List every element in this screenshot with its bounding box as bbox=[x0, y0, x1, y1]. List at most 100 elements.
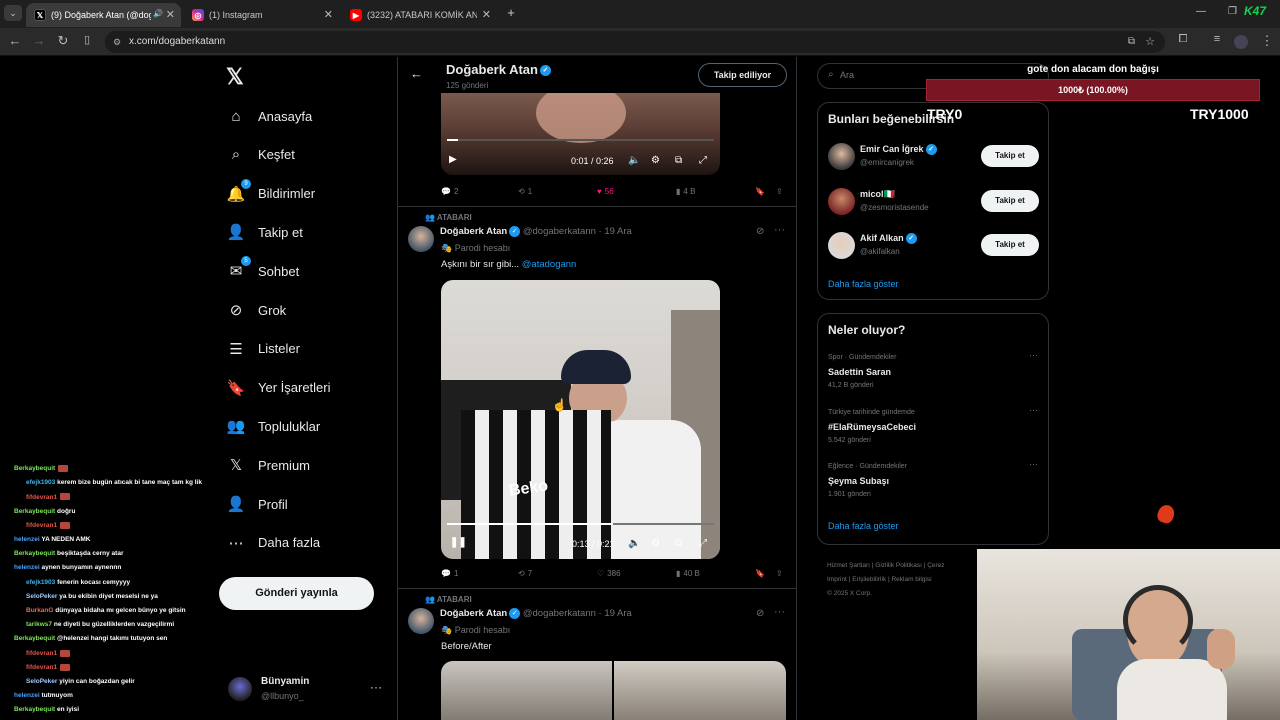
profile-avatar[interactable] bbox=[1234, 35, 1248, 49]
footer-link[interactable]: Çerez bbox=[927, 562, 944, 569]
footer-link[interactable]: Imprint bbox=[827, 576, 847, 583]
avatar[interactable] bbox=[828, 143, 855, 170]
chat-username[interactable]: helenzei bbox=[14, 564, 40, 571]
like-action[interactable]: ♥ 56 bbox=[597, 187, 614, 196]
sidebar-item-listeler[interactable]: ☰ Listeler bbox=[226, 334, 300, 364]
chat-username[interactable]: efejk1903 bbox=[26, 479, 55, 486]
x-logo-icon[interactable]: 𝕏 bbox=[226, 64, 244, 90]
avatar[interactable] bbox=[408, 608, 434, 634]
new-tab-button[interactable]: + bbox=[503, 5, 519, 21]
chat-username[interactable]: BurkanG bbox=[26, 607, 53, 614]
sidebar-item-anasayfa[interactable]: ⌂ Anasayfa bbox=[226, 101, 312, 131]
settings-icon[interactable]: ⚙ bbox=[651, 538, 660, 549]
media-control-icon[interactable]: ≡ bbox=[1208, 33, 1226, 45]
share-icon[interactable]: ⇪ bbox=[776, 187, 783, 196]
chat-username[interactable]: Berkaybequit bbox=[14, 508, 55, 515]
chat-username[interactable]: helenzei bbox=[14, 692, 40, 699]
chat-username[interactable]: fifdevran1 bbox=[26, 664, 57, 671]
grok-icon[interactable]: ⊘ bbox=[756, 608, 764, 619]
reply-action[interactable]: 💬 2 bbox=[441, 187, 458, 196]
chat-username[interactable]: SeloPeker bbox=[26, 593, 57, 600]
sidebar-item-profil[interactable]: 👤 Profil bbox=[226, 489, 288, 519]
tweet-image-before[interactable] bbox=[441, 661, 612, 720]
install-app-icon[interactable]: ⧉ bbox=[1128, 31, 1135, 53]
sidebar-item-bildirimler[interactable]: 🔔 9 Bildirimler bbox=[226, 178, 315, 209]
sidebar-item-sohbet[interactable]: ✉ 5 Sohbet bbox=[226, 256, 299, 286]
footer-link[interactable]: Hizmet Şartları bbox=[827, 562, 870, 569]
pip-icon[interactable]: ⧉ bbox=[675, 538, 682, 549]
post-button[interactable]: Gönderi yayınla bbox=[219, 577, 374, 610]
footer-link[interactable]: Gizlilik Politikası bbox=[875, 562, 922, 569]
chat-username[interactable]: fifdevran1 bbox=[26, 650, 57, 657]
more-options-icon[interactable]: ··· bbox=[774, 224, 785, 236]
avatar[interactable] bbox=[828, 232, 855, 259]
sidebar-item-grok[interactable]: ⊘ Grok bbox=[226, 295, 286, 325]
split-view-icon[interactable]: ▯ bbox=[78, 33, 96, 46]
show-more-link[interactable]: Daha fazla göster bbox=[828, 279, 899, 289]
volume-icon[interactable]: 🔈 bbox=[628, 538, 640, 549]
volume-icon[interactable]: 🔈 bbox=[628, 155, 640, 166]
close-tab-icon[interactable]: ✕ bbox=[482, 8, 491, 21]
sidebar-item-topluluklar[interactable]: 👥 Topluluklar bbox=[226, 411, 321, 441]
reload-icon[interactable]: ↻ bbox=[54, 33, 72, 49]
follow-button[interactable]: Takip et bbox=[981, 189, 1039, 212]
avatar[interactable] bbox=[408, 226, 434, 252]
tab-search-button[interactable]: ⌄ bbox=[4, 5, 22, 21]
tweet-video[interactable]: ▶ 0:01 / 0:26 🔈 ⚙ ⧉ ⤢ bbox=[441, 93, 720, 175]
account-more-icon[interactable]: ··· bbox=[370, 680, 382, 694]
chat-username[interactable]: helenzei bbox=[14, 536, 40, 543]
chat-username[interactable]: Berkaybequit bbox=[14, 635, 55, 642]
avatar[interactable] bbox=[228, 677, 252, 701]
sidebar-item-keşfet[interactable]: ⌕ Keşfet bbox=[226, 140, 295, 170]
tweet-image-after[interactable] bbox=[614, 661, 786, 720]
suggestion-name[interactable]: Akif Alkan ✓ bbox=[860, 233, 917, 245]
trend-more-icon[interactable]: ··· bbox=[1029, 350, 1038, 360]
browser-menu-icon[interactable]: ⋮ bbox=[1258, 33, 1276, 49]
chat-username[interactable]: Berkaybequit bbox=[14, 465, 55, 472]
follow-button[interactable]: Takip et bbox=[981, 145, 1039, 167]
minimize-icon[interactable]: — bbox=[1196, 6, 1206, 17]
trend-name[interactable]: Sadettin Saran bbox=[828, 367, 891, 377]
chat-username[interactable]: fifdevran1 bbox=[26, 522, 57, 529]
tab-instagram[interactable]: ◎ (1) Instagram ✕ bbox=[184, 3, 339, 27]
bookmark-star-icon[interactable]: ☆ bbox=[1145, 31, 1155, 53]
back-icon[interactable]: ← bbox=[6, 33, 24, 48]
fullscreen-icon[interactable]: ⤢ bbox=[699, 155, 707, 166]
chat-username[interactable]: efejk1903 bbox=[26, 579, 55, 586]
url-field[interactable]: ⚙ x.com/dogaberkatann ⧉ ☆ bbox=[105, 31, 1165, 53]
chat-username[interactable]: Berkaybequit bbox=[14, 550, 55, 557]
video-progress-track[interactable] bbox=[447, 523, 714, 525]
restore-icon[interactable]: ❐ bbox=[1228, 6, 1237, 17]
close-tab-icon[interactable]: ✕ bbox=[324, 8, 333, 21]
repost-action[interactable]: ⟲ 1 bbox=[518, 187, 532, 196]
chat-username[interactable]: SeloPeker bbox=[26, 678, 57, 685]
speaker-icon[interactable]: 🔊 bbox=[153, 9, 163, 18]
footer-link[interactable]: Erişilebilirlik bbox=[852, 576, 886, 583]
suggestion-name[interactable]: Emir Can İğrek ✓ bbox=[860, 144, 937, 156]
sidebar-item-daha-fazla[interactable]: ⋯ Daha fazla bbox=[226, 528, 321, 558]
more-options-icon[interactable]: ··· bbox=[774, 606, 785, 618]
sidebar-item-premium[interactable]: 𝕏 Premium bbox=[226, 450, 310, 480]
play-icon[interactable]: ▶ bbox=[449, 154, 457, 165]
footer-link[interactable]: Reklam bilgisi bbox=[891, 576, 931, 583]
settings-icon[interactable]: ⚙ bbox=[651, 155, 660, 166]
views-action[interactable]: ▮ 40 B bbox=[676, 569, 700, 578]
close-tab-icon[interactable]: ✕ bbox=[166, 8, 175, 21]
avatar[interactable] bbox=[828, 187, 855, 215]
tab-youtube[interactable]: ▶ (3232) ATABARI KOMİK ANLAR ✕ bbox=[342, 3, 497, 27]
extensions-icon[interactable]: ⧠ bbox=[1174, 33, 1192, 46]
repost-action[interactable]: ⟲ 7 bbox=[518, 569, 532, 578]
sidebar-item-yer-i-şaretleri[interactable]: 🔖 Yer İşaretleri bbox=[226, 373, 331, 403]
back-arrow-icon[interactable]: ← bbox=[410, 66, 423, 81]
chat-username[interactable]: Berkaybequit bbox=[14, 706, 55, 713]
show-more-link[interactable]: Daha fazla göster bbox=[828, 521, 899, 531]
mention-link[interactable]: @atadogann bbox=[522, 259, 577, 270]
chat-username[interactable]: tarikws7 bbox=[26, 621, 52, 628]
grok-icon[interactable]: ⊘ bbox=[756, 226, 764, 237]
bookmark-icon[interactable]: 🔖 bbox=[755, 187, 765, 196]
like-action[interactable]: ♡ 386 bbox=[597, 569, 621, 578]
pip-icon[interactable]: ⧉ bbox=[675, 155, 682, 166]
views-action[interactable]: ▮ 4 B bbox=[676, 187, 695, 196]
reply-action[interactable]: 💬 1 bbox=[441, 569, 458, 578]
suggestion-name[interactable]: micol🇮🇹 bbox=[860, 189, 895, 200]
